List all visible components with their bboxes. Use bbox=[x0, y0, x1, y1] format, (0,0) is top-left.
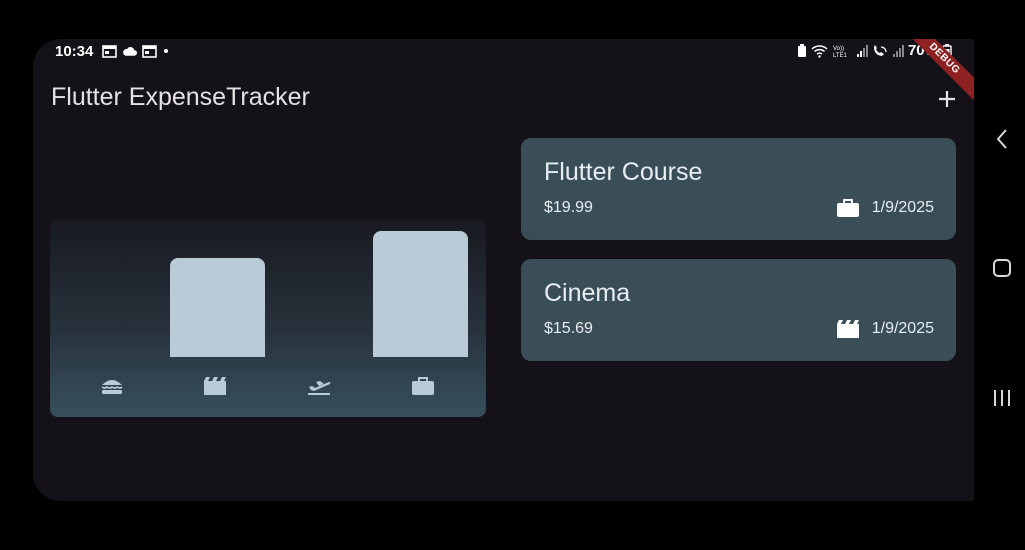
status-bar: 10:34 Vo)) LTE1 70% bbox=[33, 39, 974, 65]
hamburger-icon bbox=[98, 374, 126, 398]
signal-icon bbox=[892, 44, 904, 57]
expense-title: Cinema bbox=[544, 279, 631, 307]
notification-icons bbox=[102, 44, 168, 58]
briefcase-icon bbox=[836, 197, 860, 219]
recent-apps-icon bbox=[994, 390, 1010, 406]
more-notifications-icon bbox=[164, 49, 168, 53]
add-expense-button[interactable] bbox=[931, 83, 963, 115]
chart-bar-leisure bbox=[170, 258, 265, 357]
briefcase-icon bbox=[409, 374, 437, 398]
app-screen: 10:34 Vo)) LTE1 70% DEBUG Flutter Expense… bbox=[33, 39, 974, 501]
signal-icon bbox=[856, 44, 868, 57]
expense-amount: $19.99 bbox=[544, 199, 593, 216]
movie-icon bbox=[201, 374, 229, 398]
flight-takeoff-icon bbox=[305, 374, 333, 398]
home-icon bbox=[993, 259, 1011, 277]
svg-text:LTE1: LTE1 bbox=[833, 53, 848, 58]
app-bar: Flutter ExpenseTracker bbox=[33, 69, 974, 127]
expense-meta: 1/9/2025 bbox=[836, 197, 934, 219]
status-time: 10:34 bbox=[55, 43, 94, 60]
expense-card[interactable]: Flutter Course $19.99 1/9/2025 bbox=[521, 138, 956, 240]
app-title: Flutter ExpenseTracker bbox=[51, 83, 310, 111]
movie-icon bbox=[836, 318, 860, 340]
cloud-icon bbox=[123, 47, 137, 56]
expense-title: Flutter Course bbox=[544, 158, 703, 186]
chart-bar-work bbox=[373, 231, 468, 357]
expense-date: 1/9/2025 bbox=[871, 320, 934, 337]
back-button[interactable] bbox=[990, 127, 1014, 151]
wifi-calling-icon bbox=[873, 44, 887, 56]
calendar-icon bbox=[102, 45, 117, 58]
expense-date: 1/9/2025 bbox=[871, 199, 934, 216]
svg-text:Vo)): Vo)) bbox=[833, 46, 844, 52]
expense-chart bbox=[50, 219, 486, 417]
chart-bars bbox=[65, 231, 471, 357]
battery-saver-icon bbox=[797, 43, 806, 57]
expense-meta: 1/9/2025 bbox=[836, 318, 934, 340]
add-icon bbox=[939, 91, 955, 107]
wifi-icon bbox=[811, 44, 828, 58]
calendar-icon bbox=[142, 45, 157, 58]
volte-icon: Vo))LTE1 bbox=[833, 46, 848, 58]
recent-apps-button[interactable] bbox=[990, 386, 1014, 410]
chevron-left-icon bbox=[996, 129, 1007, 149]
expense-amount: $15.69 bbox=[544, 320, 593, 337]
home-button[interactable] bbox=[990, 256, 1014, 280]
expense-card[interactable]: Cinema $15.69 1/9/2025 bbox=[521, 259, 956, 361]
